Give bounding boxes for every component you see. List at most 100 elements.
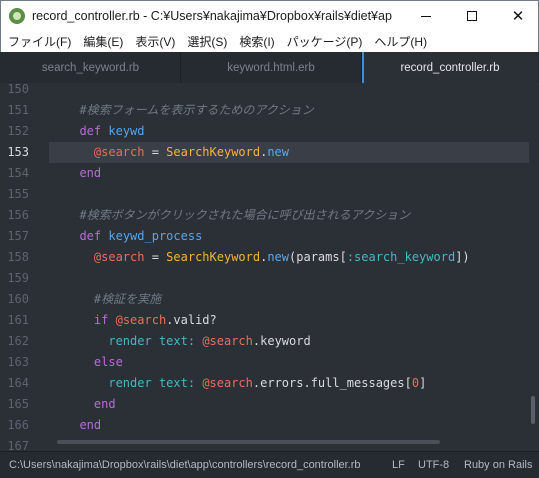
code-token: 0: [411, 376, 420, 390]
code-text: #検索フォームを表示するためのアクション: [65, 100, 314, 121]
code-text: @search = SearchKeyword.new(params[:sear…: [65, 247, 470, 268]
code-line[interactable]: 155: [1, 184, 538, 205]
code-text: render text: @search.keyword: [65, 331, 311, 352]
code-text: @search = SearchKeyword.new: [65, 142, 289, 163]
code-token: keywd_process: [108, 229, 203, 243]
code-token: else: [93, 355, 123, 369]
menu-file[interactable]: ファイル(F): [1, 33, 77, 50]
line-number: 155: [7, 187, 29, 201]
line-number: 161: [7, 313, 29, 327]
code-token: text:: [158, 376, 196, 390]
code-line[interactable]: 156 #検索ボタンがクリックされた場合に呼び出されるアクション: [1, 205, 538, 226]
atom-app-icon: [9, 8, 25, 24]
line-number: 162: [7, 334, 29, 348]
menu-edit[interactable]: 編集(E): [77, 33, 129, 50]
code-token: =: [144, 145, 167, 159]
menu-packages[interactable]: パッケージ(P): [281, 33, 369, 50]
code-text: end: [65, 163, 101, 184]
code-token: SearchKeyword: [166, 145, 261, 159]
code-line[interactable]: 151 #検索フォームを表示するためのアクション: [1, 100, 538, 121]
menu-view[interactable]: 表示(V): [129, 33, 181, 50]
close-button[interactable]: ✕: [495, 1, 539, 31]
line-number: 163: [7, 355, 29, 369]
line-number: 166: [7, 418, 29, 432]
code-token: end: [79, 166, 102, 180]
line-ending-indicator[interactable]: LF: [392, 459, 405, 471]
line-number: 159: [7, 271, 29, 285]
line-number: 150: [7, 83, 29, 96]
code-token: #検索フォームを表示するためのアクション: [65, 103, 314, 117]
code-token: def: [79, 124, 102, 138]
code-line[interactable]: 160 #検証を実施: [1, 289, 538, 310]
code-token: (params[: [289, 250, 347, 264]
code-line[interactable]: 157 def keywd_process: [1, 226, 538, 247]
code-token: text:: [158, 334, 196, 348]
code-text: def keywd: [65, 121, 144, 142]
code-token: @search: [115, 313, 167, 327]
code-token: :search_keyword: [346, 250, 456, 264]
menu-help[interactable]: ヘルプ(H): [368, 33, 433, 50]
encoding-indicator[interactable]: UTF-8: [418, 459, 449, 471]
tab-bar: search_keyword.rb keyword.html.erb recor…: [0, 52, 539, 83]
code-token: ]): [455, 250, 470, 264]
code-token: new: [267, 145, 290, 159]
maximize-icon: [467, 11, 477, 21]
code-line[interactable]: 154 end: [1, 163, 538, 184]
grammar-indicator[interactable]: Ruby on Rails: [464, 459, 532, 471]
tab-search-keyword[interactable]: search_keyword.rb: [1, 52, 181, 83]
code-text: else: [65, 352, 123, 373]
horizontal-scrollbar[interactable]: [57, 440, 440, 444]
code-token: @search: [202, 376, 253, 390]
code-line[interactable]: 163 else: [1, 352, 538, 373]
code-line[interactable]: 164 render text: @search.errors.full_mes…: [1, 373, 538, 394]
status-bar: C:\Users\nakajima\Dropbox\rails\diet\app…: [0, 451, 539, 478]
line-number: 167: [7, 439, 29, 451]
code-token: def: [79, 229, 102, 243]
line-number: 165: [7, 397, 29, 411]
code-text: end: [65, 415, 101, 436]
code-line[interactable]: 159: [1, 268, 538, 289]
window-title: record_controller.rb - C:¥Users¥nakajima…: [32, 9, 392, 23]
code-line[interactable]: 161 if @search.valid?: [1, 310, 538, 331]
maximize-button[interactable]: [449, 1, 495, 31]
line-number: 160: [7, 292, 29, 306]
code-token: render: [108, 334, 152, 348]
minimize-button[interactable]: [403, 1, 449, 31]
tab-keyword-html[interactable]: keyword.html.erb: [181, 52, 362, 83]
code-token: =: [144, 250, 167, 264]
menu-selection[interactable]: 選択(S): [181, 33, 233, 50]
code-token: .keyword: [252, 334, 311, 348]
code-token: end: [79, 418, 102, 432]
code-line[interactable]: 165 end: [1, 394, 538, 415]
code-text: #検証を実施: [65, 289, 161, 310]
code-token: end: [93, 397, 116, 411]
code-token: @search: [202, 334, 253, 348]
code-line[interactable]: 153 @search = SearchKeyword.new: [1, 142, 538, 163]
code-line[interactable]: 152 def keywd: [1, 121, 538, 142]
code-line[interactable]: 166 end: [1, 415, 538, 436]
code-line[interactable]: 150: [1, 83, 538, 100]
code-line[interactable]: 158 @search = SearchKeyword.new(params[:…: [1, 247, 538, 268]
menu-find[interactable]: 検索(I): [233, 33, 280, 50]
code-editor[interactable]: 150 151 #検索フォームを表示するためのアクション 152 def keywd…: [1, 83, 538, 451]
vertical-scrollbar[interactable]: [531, 396, 535, 424]
code-line[interactable]: 162 render text: @search.keyword: [1, 331, 538, 352]
tab-record-controller[interactable]: record_controller.rb: [362, 52, 538, 83]
title-bar: record_controller.rb - C:¥Users¥nakajima…: [0, 0, 539, 31]
line-number: 153: [7, 145, 29, 159]
file-path[interactable]: C:\Users\nakajima\Dropbox\rails\diet\app…: [9, 459, 367, 471]
code-token: @search: [93, 250, 145, 264]
